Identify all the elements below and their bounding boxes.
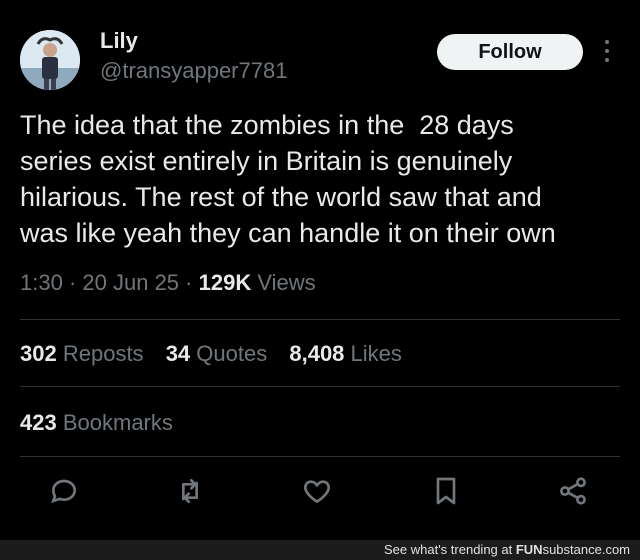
reposts-count: 302	[20, 341, 57, 366]
action-bar	[0, 475, 640, 515]
watermark-bar: See what's trending at FUNsubstance.com	[0, 540, 640, 560]
views-count: 129K	[198, 270, 252, 295]
tweet-meta: 1:30 · 20 Jun 25 · 129K Views	[20, 270, 316, 296]
share-icon[interactable]	[557, 475, 593, 511]
date[interactable]: 20 Jun 25	[82, 270, 179, 295]
user-name[interactable]: Lily	[100, 28, 138, 54]
watermark-brand-com: .com	[601, 542, 630, 557]
watermark-text: See what's trending at FUNsubstance.com	[384, 542, 630, 557]
divider	[20, 456, 620, 457]
bookmark-icon[interactable]	[430, 475, 466, 511]
watermark-brand-fun: FUN	[515, 542, 543, 557]
tweet-line: The idea that the zombies in the 28 days	[20, 110, 514, 140]
like-icon[interactable]	[301, 475, 337, 511]
tweet-line: hilarious. The rest of the world saw tha…	[20, 182, 542, 212]
quotes-label: Quotes	[196, 341, 268, 366]
likes-label: Likes	[350, 341, 402, 366]
bookmarks-count: 423	[20, 410, 57, 435]
bookmarks-label: Bookmarks	[62, 410, 173, 435]
tweet-line: series exist entirely in Britain is genu…	[20, 146, 513, 176]
follow-button[interactable]: Follow	[437, 34, 583, 70]
reply-icon[interactable]	[48, 475, 84, 511]
tweet-text: The idea that the zombies in the 28 days…	[20, 107, 620, 251]
divider	[20, 319, 620, 320]
meta-separator: ·	[68, 270, 77, 295]
post: Lily @transyapper7781 Follow The idea th…	[0, 0, 640, 540]
quotes-stat[interactable]: 34 Quotes	[166, 341, 268, 366]
more-options-icon[interactable]	[601, 40, 613, 66]
meta-separator: ·	[185, 270, 193, 295]
reposts-label: Reposts	[62, 341, 144, 366]
quotes-count: 34	[165, 341, 191, 366]
avatar[interactable]	[20, 30, 80, 90]
likes-stat[interactable]: 8,408 Likes	[289, 341, 402, 366]
repost-icon[interactable]	[174, 475, 210, 511]
engagement-stats: 302 Reposts 34 Quotes 8,408 Likes	[20, 341, 418, 367]
views-label: Views	[257, 270, 316, 295]
likes-count: 8,408	[289, 341, 345, 366]
tweet-line: was like yeah they can handle it on thei…	[20, 218, 556, 248]
bookmarks-stat[interactable]: 423 Bookmarks	[20, 410, 173, 436]
divider	[20, 386, 620, 387]
user-handle[interactable]: @transyapper7781	[100, 58, 287, 84]
watermark-caption: See what's trending at	[384, 542, 516, 557]
watermark-brand-substance: substance	[542, 542, 602, 557]
reposts-stat[interactable]: 302 Reposts	[20, 341, 144, 366]
timestamp[interactable]: 1:30	[20, 270, 63, 295]
avatar-image	[20, 30, 80, 90]
